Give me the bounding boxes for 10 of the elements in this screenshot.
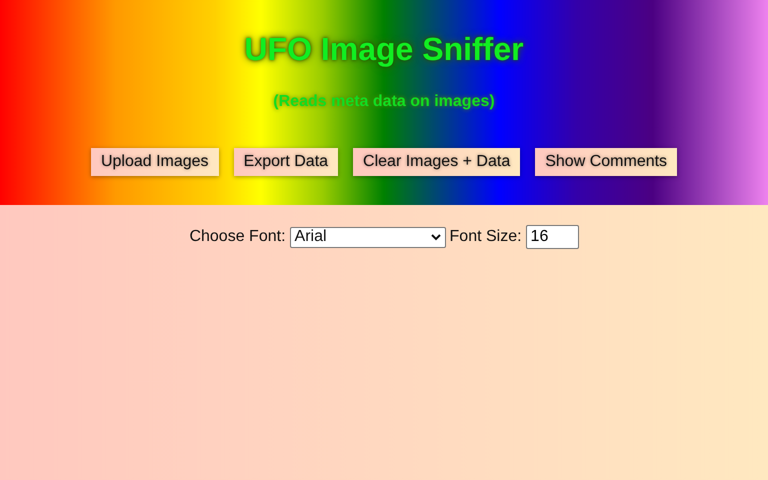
action-button[interactable]: Upload Images: [90, 148, 219, 176]
font-dropdown[interactable]: Arial: [290, 226, 446, 248]
action-button[interactable]: Show Comments: [535, 148, 678, 176]
app-subtitle: (Reads meta data on images): [273, 93, 495, 111]
caret-icon: [430, 234, 441, 240]
font-size-label: Font Size:: [450, 228, 522, 246]
action-button[interactable]: Export Data: [234, 148, 338, 176]
action-button[interactable]: Clear Images + Data: [353, 148, 520, 176]
font-size-field[interactable]: 16: [526, 225, 579, 249]
font-label: Choose Font:: [189, 228, 286, 246]
